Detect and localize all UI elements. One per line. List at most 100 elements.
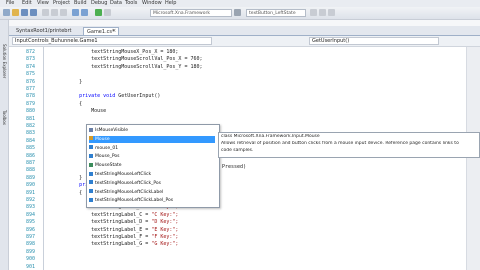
solution-explorer-tab[interactable]: Solution Explorer	[1, 44, 7, 104]
find-combo[interactable]: Microsoft.Xna.Framework	[150, 9, 232, 17]
menu-tools[interactable]: Tools	[125, 0, 137, 7]
save-icon[interactable]	[21, 9, 28, 16]
completion-item[interactable]: MouseState	[89, 162, 215, 169]
line-number: 892	[25, 197, 35, 203]
member-selector[interactable]: GetUserInput()	[309, 37, 439, 45]
new-project-icon[interactable]	[3, 9, 10, 16]
code-line: textStringLabel_D = "D Key:";	[55, 219, 178, 225]
menu-project[interactable]: Project	[53, 0, 70, 7]
code-line: }	[55, 79, 82, 85]
menu-view[interactable]: View	[37, 0, 49, 7]
line-number: 877	[25, 86, 35, 92]
completion-item[interactable]: IsMouseVisible	[89, 127, 215, 134]
completion-item[interactable]: textStringMouseLeftClickLabel_Pos	[89, 197, 215, 204]
toolbar-extra-icon-2[interactable]	[319, 9, 326, 16]
line-number: 887	[25, 160, 35, 166]
line-number: 878	[25, 93, 35, 100]
line-number: 886	[25, 152, 35, 159]
vertical-scrollbar[interactable]	[466, 47, 480, 270]
configuration-icon[interactable]	[104, 9, 111, 16]
code-token: textStringLabel_G =	[91, 241, 152, 248]
completion-label: textStringMouseLeftClick_Pos	[95, 180, 162, 186]
line-number: 891	[25, 189, 35, 196]
field-icon	[89, 153, 93, 158]
code-line: pri	[55, 182, 88, 188]
code-line: textStringMouseX_Pos_X = 180;	[55, 49, 178, 55]
line-number: 894	[25, 211, 35, 218]
toolbar-extra-icon-3[interactable]	[328, 9, 335, 16]
save-all-icon[interactable]	[30, 9, 37, 16]
completion-item[interactable]: textStringMouseLeftClick	[89, 171, 215, 178]
toolbar-extra-icon[interactable]	[310, 9, 317, 16]
line-number: 879	[25, 100, 35, 107]
code-token: textStringLabel_D =	[91, 219, 152, 226]
code-line: {	[55, 101, 82, 107]
toolbox-tab[interactable]: Toolbox	[1, 110, 7, 140]
menu-debug[interactable]: Debug	[91, 0, 107, 7]
target-combo[interactable]: textButton_LeftState	[246, 9, 306, 17]
keyword-token: private void	[79, 93, 116, 100]
string-token: "E Key:";	[151, 226, 179, 233]
class-icon	[89, 136, 93, 141]
class-selector[interactable]: InputControls_Buhunnele.Game1	[12, 37, 212, 45]
code-editor[interactable]: 872 873 874 875 876 877 878 879 880 881 882 883 884 8…	[9, 47, 480, 270]
start-debugging-icon[interactable]	[95, 9, 102, 16]
code-token: textStringMouseX_Pos_X = 180;	[91, 49, 179, 55]
cut-icon[interactable]	[42, 9, 49, 16]
line-number: 895	[25, 219, 35, 226]
menu-edit[interactable]: Edit	[22, 0, 32, 7]
string-token: "D Key:";	[151, 219, 179, 226]
completion-label: IsMouseVisible	[95, 128, 128, 133]
line-number: 893	[25, 204, 35, 211]
line-number: 880	[25, 108, 35, 115]
redo-icon[interactable]	[81, 9, 88, 16]
toolbar: Microsoft.Xna.Framework textButton_LeftS…	[0, 7, 480, 20]
menu-file[interactable]: File	[6, 0, 14, 7]
completion-item[interactable]: Mouse_Pos	[89, 153, 215, 160]
code-line: textStringMouseScrollVal_Pos_Y = 180;	[55, 64, 202, 70]
code-token: {	[79, 189, 83, 196]
code-line: textStringMouseScrollVal_Pos_X = 760;	[55, 56, 203, 63]
copy-icon[interactable]	[51, 9, 58, 16]
undo-icon[interactable]	[72, 9, 79, 16]
code-line: textStringLabel_C = "C Key:";	[55, 212, 178, 218]
completion-label: MouseState	[95, 163, 122, 169]
side-tool-panel: Solution Explorer Toolbox	[0, 20, 9, 270]
menu-window[interactable]: Window	[142, 0, 162, 7]
line-number: 889	[25, 174, 35, 181]
close-tab-icon[interactable]: ×	[112, 27, 116, 35]
code-token: }	[79, 174, 83, 181]
find-icon[interactable]	[234, 9, 241, 16]
menu-build[interactable]: Build	[74, 0, 87, 7]
code-token: textStringLabel_F =	[91, 234, 152, 240]
completion-item[interactable]: textStringMouseLeftClick_Pos	[89, 180, 215, 187]
intellisense-list[interactable]: IsMouseVisible Mouse mouse_01 Mouse_Pos Mous…	[86, 124, 220, 208]
string-token: "F Key:";	[151, 234, 179, 240]
field-icon	[89, 171, 93, 176]
line-number-gutter: 872 873 874 875 876 877 878 879 880 881 882 883 884 8…	[9, 47, 43, 270]
string-token: "G Key:";	[151, 241, 179, 248]
menu-data[interactable]: Data	[110, 0, 122, 7]
paste-icon[interactable]	[60, 9, 67, 16]
line-number: 897	[25, 234, 35, 240]
tooltip-signature: class Microsoft.Xna.Framework.Input.Mous…	[221, 134, 320, 139]
completion-label: textStringMouseLeftClick	[95, 172, 152, 177]
completion-item[interactable]: Mouse	[89, 135, 215, 143]
line-number: 898	[25, 241, 35, 248]
code-token: GetUserInput()	[115, 93, 161, 100]
navigation-bar: InputControls_Buhunnele.Game1 GetUserInp…	[9, 36, 480, 47]
completion-item[interactable]: textStringMouseLeftClickLabel	[89, 189, 215, 196]
code-line: textStringLabel_G = "G Key:";	[55, 241, 178, 247]
field-icon	[89, 145, 93, 150]
tooltip-description-cont: code samples.	[221, 148, 254, 153]
open-folder-icon[interactable]	[12, 9, 19, 16]
code-token: Mouse	[91, 108, 107, 115]
tooltip-description: Allows retrieval of position and button …	[221, 141, 459, 146]
completion-label: Mouse_Pos	[95, 154, 120, 160]
menu-help[interactable]: Help	[165, 0, 176, 7]
tab-syntax-root[interactable]: SyntaxRoot1/printebrt	[13, 27, 75, 35]
completion-item[interactable]: mouse_01	[89, 145, 215, 152]
code-line: private void GetUserInput()	[55, 93, 160, 99]
code-token: textStringMouseScrollVal_Pos_X = 760;	[91, 56, 203, 63]
line-number: 882	[25, 123, 35, 129]
